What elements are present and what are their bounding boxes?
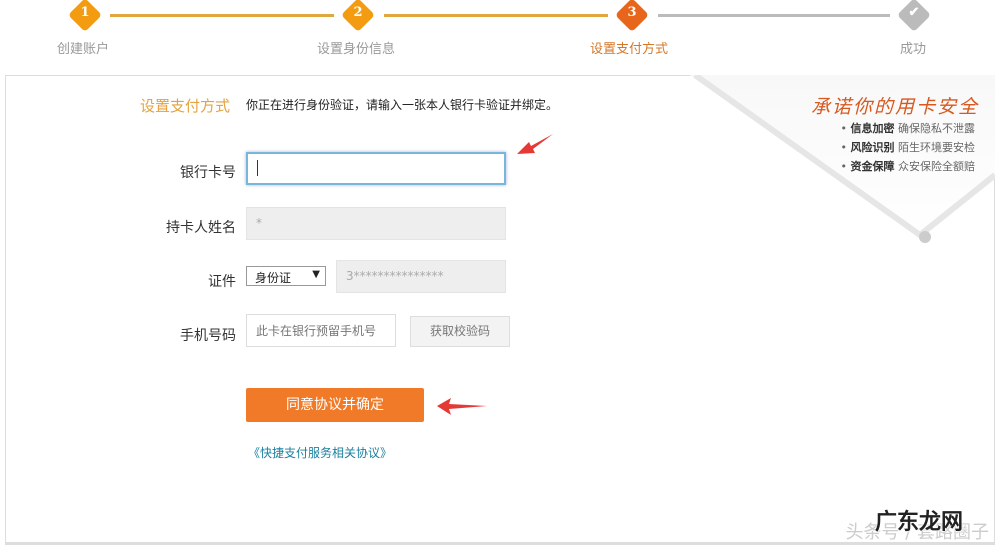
id-type-select[interactable]: 身份证 ▼	[246, 266, 326, 286]
feature-text: 陌生环境要安检	[898, 141, 975, 154]
get-code-button[interactable]: 获取校验码	[410, 316, 510, 347]
security-feature: • 风险识别 陌生环境要安检	[840, 141, 976, 154]
dropdown-arrow-icon: ▼	[312, 269, 320, 280]
cardholder-name-label: 持卡人姓名	[166, 220, 236, 236]
step-2-number: 2	[353, 5, 363, 20]
section-title: 设置支付方式	[140, 97, 231, 115]
step-1-label: 创建账户	[57, 42, 110, 57]
feature-text: 众安保险全额赔	[898, 160, 975, 173]
step-2-label: 设置身份信息	[317, 42, 396, 57]
feature-title: 信息加密	[850, 122, 895, 135]
cardholder-name-input: *	[246, 207, 506, 240]
step-connector	[658, 14, 890, 17]
annotation-arrow-icon	[437, 398, 487, 415]
feature-title: 资金保障	[850, 160, 895, 173]
feature-text: 确保隐私不泄露	[898, 122, 975, 135]
step-1-number: 1	[80, 5, 90, 20]
check-icon: ✔	[908, 5, 920, 20]
security-feature: • 资金保障 众安保险全额赔	[840, 160, 976, 173]
security-feature: • 信息加密 确保隐私不泄露	[840, 122, 976, 135]
watermark-site: 广东龙网	[874, 510, 963, 535]
step-4-label: 成功	[900, 42, 927, 57]
step-3-label: 设置支付方式	[590, 42, 669, 57]
agreement-link[interactable]: 《快捷支付服务相关协议》	[248, 444, 392, 461]
annotation-arrow-icon	[517, 134, 553, 154]
section-description: 你正在进行身份验证，请输入一张本人银行卡验证并绑定。	[246, 98, 559, 112]
step-3-number: 3	[627, 5, 637, 20]
text-caret	[257, 160, 258, 176]
id-label: 证件	[208, 274, 236, 290]
phone-input[interactable]	[246, 314, 396, 347]
phone-label: 手机号码	[180, 328, 236, 344]
step-connector	[110, 14, 334, 17]
feature-title: 风险识别	[850, 141, 895, 154]
agree-confirm-button[interactable]: 同意协议并确定	[246, 388, 424, 422]
step-connector	[384, 14, 608, 17]
card-number-input[interactable]	[246, 152, 506, 185]
card-number-label: 银行卡号	[180, 165, 236, 181]
id-type-value: 身份证	[255, 271, 292, 285]
security-promise-title: 承诺你的用卡安全	[810, 96, 979, 118]
id-number-input: 3***************	[336, 260, 506, 293]
